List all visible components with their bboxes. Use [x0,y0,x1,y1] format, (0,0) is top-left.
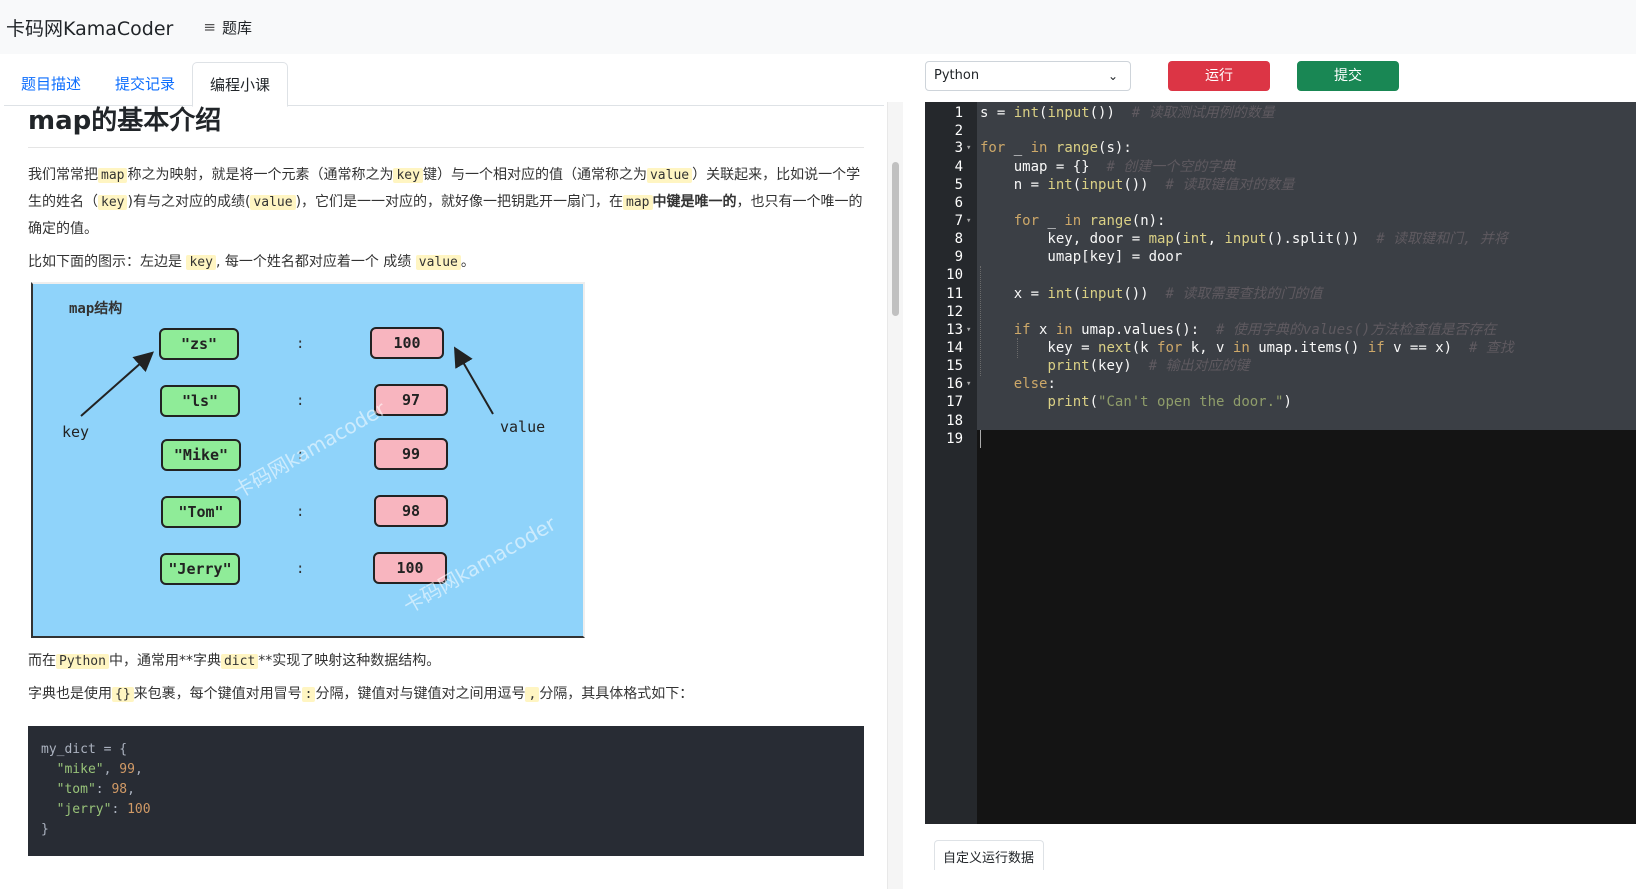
lesson-content: map的基本介绍 我们常常把 map 称之为映射，就是将一个元素（通常称之为 key 键… [28,100,864,856]
code-line: 14 key = next(k for k, v in umap.items()… [946,340,1514,356]
lesson-title: map的基本介绍 [28,100,864,148]
language-select-value: Python [934,68,980,83]
code-line: 4 umap = {} # 创建一个空的字典 [954,159,1236,175]
diagram-intro-paragraph: 比如下面的图示：左边是 key, 每一个姓名都对应着一个 成绩 value。 [28,254,475,270]
code-line: 17 print("Can't open the door.") [946,394,1292,410]
intro-paragraph: 我们常常把 map 称之为映射，就是将一个元素（通常称之为 key 键）与一个相对应的值… [28,167,863,237]
code-line: 9 umap[key] = door [954,249,1183,265]
fold-arrow-icon: ▾ [966,216,972,226]
map-value-box: 98 [374,495,448,527]
code-line: 19 [925,430,1636,448]
code-line: 8 key, door = map(int, input().split()) … [954,231,1508,247]
value-label: value [500,418,546,436]
submit-button[interactable]: 提交 [1297,61,1399,91]
dict-format-paragraph: 字典也是使用{} 来包裹，每个键值对用冒号: 分隔，键值对与键值对之间用逗号, 分隔，… [28,686,694,702]
fold-arrow-icon: ▾ [966,143,972,153]
key-label: key [62,423,90,441]
map-value-box: 100 [370,327,444,359]
tab-custom-input[interactable]: 自定义运行数据 [934,840,1044,870]
code-line: 1s = int(input()) # 读取测试用例的数量 [954,105,1275,121]
fold-arrow-icon: ▾ [966,379,972,389]
code-line: 10 [946,267,963,283]
code-editor[interactable]: 1s = int(input()) # 读取测试用例的数量 2 3 ▾ for _ … [925,102,1636,824]
code-line: 15 print(key) # 输出对应的键 [946,358,1250,374]
map-key-box: "Jerry" [160,553,240,585]
chevron-down-icon: ⌄ [1107,69,1118,83]
code-line: 18 [946,413,963,429]
fold-arrow-icon: ▾ [966,325,972,335]
map-colon: : [296,561,305,577]
map-key-box: "ls" [160,385,240,417]
top-navbar: 卡码网KamaCoder ≡ 题库 [0,0,1636,54]
map-value-box: 99 [374,438,448,470]
problem-panel: 题目描述 提交记录 编程小课 map的基本介绍 我们常常把 map 称之为映射，就是… [0,54,905,889]
dict-code-example: my_dict = { "mike", 99, "tom": 98, "jerr… [28,726,864,856]
code-line: 3 ▾ for _ in range(s): [954,140,1132,156]
code-line: 2 [954,123,963,139]
map-key-box: "Tom" [161,496,241,528]
map-key-box: "Mike" [161,439,241,471]
language-select[interactable]: Python ⌄ [925,61,1131,91]
nav-problem-bank-label: 题库 [221,18,252,37]
run-button[interactable]: 运行 [1168,61,1270,91]
scrollbar-thumb[interactable] [892,162,899,316]
code-line: 13 ▾ if x in umap.values(): # 使用字典的values… [946,322,1497,338]
code-line: 5 n = int(input()) # 读取键值对的数量 [954,177,1295,193]
nav-problem-bank[interactable]: ≡ 题库 [203,17,252,38]
map-colon: : [296,504,305,520]
text-cursor [980,430,981,448]
list-icon: ≡ [203,18,216,36]
code-line: 12 [946,304,963,320]
map-structure-diagram: map结构 "zs" "ls" "Mike" "Tom" "Jerry" : :… [31,282,585,638]
map-colon: : [296,393,305,409]
map-key-box: "zs" [159,328,239,360]
code-line: 6 [954,195,963,211]
lesson-scrollbar[interactable] [887,102,903,889]
code-line: 11 x = int(input()) # 读取需要查找的门的值 [946,286,1323,302]
brand-logo[interactable]: 卡码网KamaCoder [6,14,173,41]
map-colon: : [296,336,305,352]
code-line: 16 ▾ else: [946,376,1056,392]
python-dict-paragraph: 而在 Python 中，通常用**字典 dict **实现了映射这种数据结构。 [28,653,441,669]
code-line: 7 ▾ for _ in range(n): [954,213,1166,229]
